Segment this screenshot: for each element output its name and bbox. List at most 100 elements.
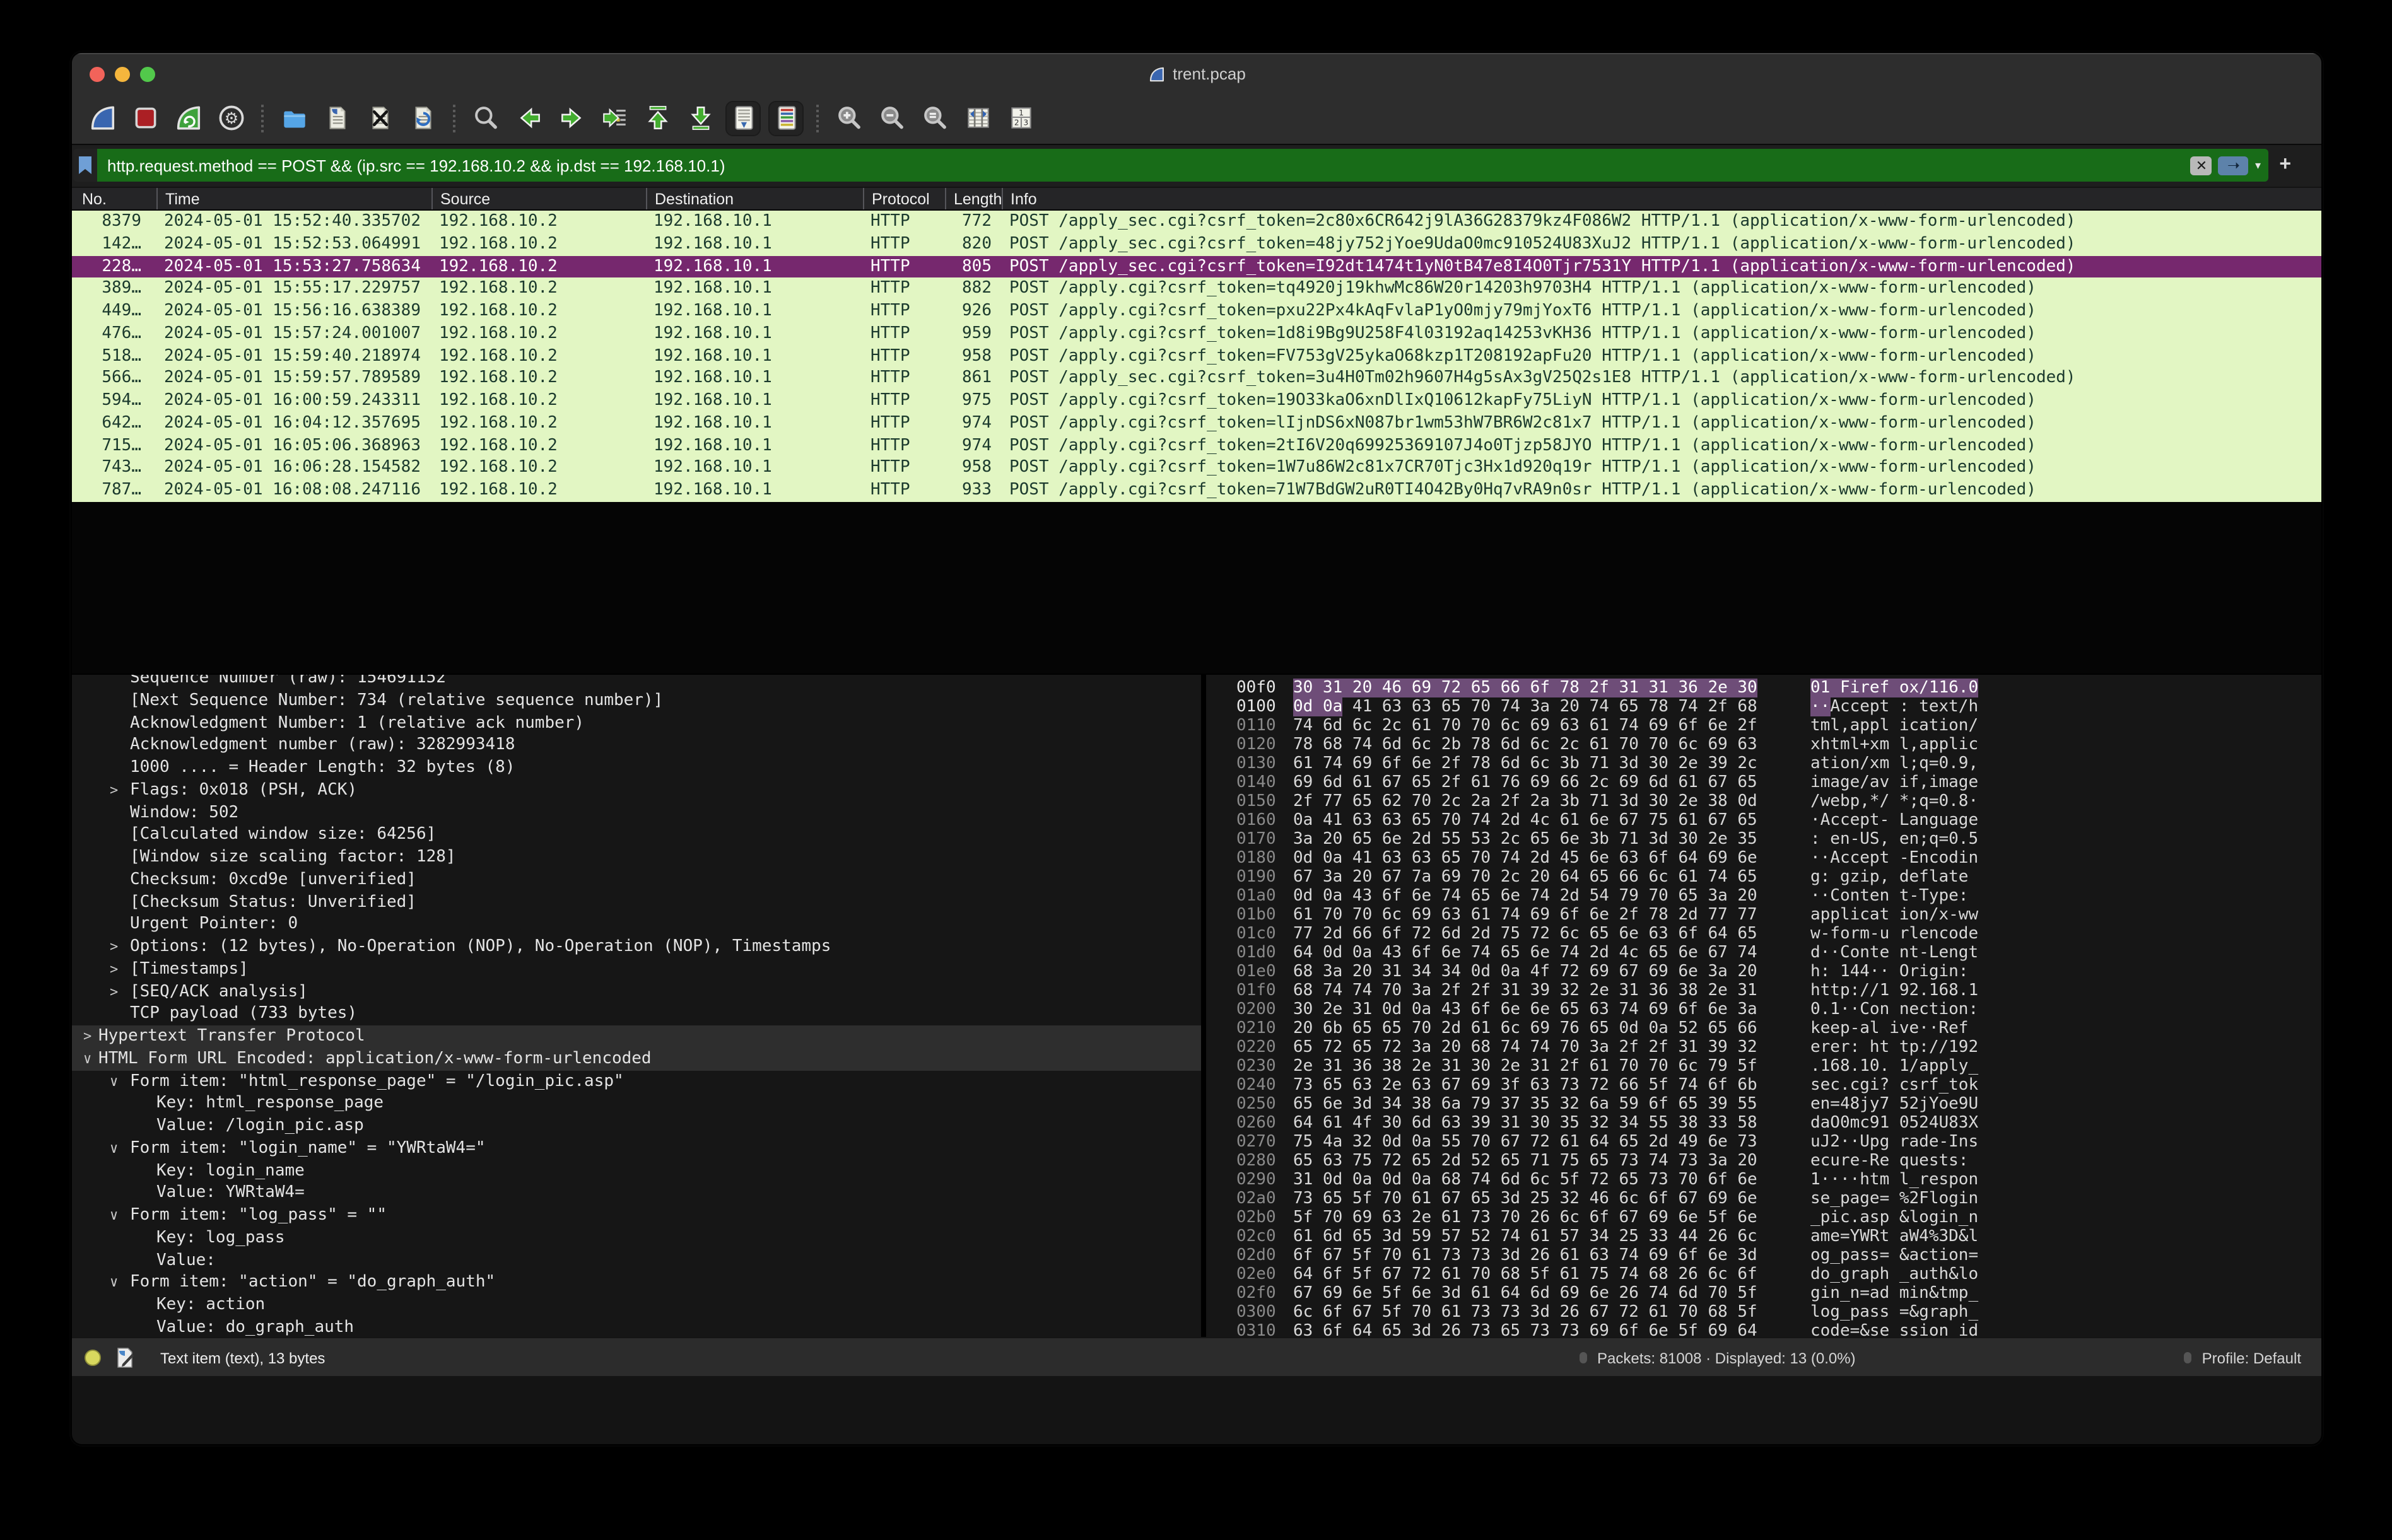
detail-line[interactable]: >Hypertext Transfer Protocol <box>72 1025 1201 1048</box>
hex-ascii[interactable]: 01 Firef ox/116.0 <box>1810 679 1978 697</box>
column-header-source[interactable]: Source <box>431 188 646 209</box>
hex-ascii[interactable]: ·Accept- Language <box>1810 811 1978 830</box>
detail-line[interactable]: TCP payload (733 bytes) <box>72 1003 1201 1026</box>
hex-bytes[interactable]: 68 74 74 70 3a 2f 2f 31 39 32 2e 31 36 3… <box>1293 981 1810 1000</box>
wireshark-start-button[interactable] <box>86 102 119 134</box>
hex-ascii[interactable]: applicat ion/x-ww <box>1810 906 1978 925</box>
detail-line[interactable]: [Checksum Status: Unverified] <box>72 891 1201 914</box>
hex-ascii[interactable]: gin_n=ad min&tmp_ <box>1810 1284 1978 1303</box>
hex-ascii[interactable]: xhtml+xm l,applic <box>1810 735 1978 754</box>
hex-bytes[interactable]: 61 74 69 6f 6e 2f 78 6d 6c 3b 71 3d 30 2… <box>1293 754 1810 773</box>
packet-row[interactable]: 642…2024-05-01 16:04:12.357695192.168.10… <box>72 412 2321 435</box>
detail-line[interactable]: [Window size scaling factor: 128] <box>72 846 1201 869</box>
chevron-right-icon[interactable]: > <box>110 959 118 981</box>
packet-row[interactable]: 476…2024-05-01 15:57:24.001007192.168.10… <box>72 323 2321 346</box>
hex-row[interactable]: 01e068 3a 20 31 34 34 0d 0a 4f 72 69 67 … <box>1206 962 2323 981</box>
capture-restart-button[interactable] <box>172 102 204 134</box>
hex-ascii[interactable]: do_graph _auth&lo <box>1810 1265 1978 1284</box>
hex-row[interactable]: 01600a 41 63 63 65 70 74 2d 4c 61 6e 67 … <box>1206 811 2323 830</box>
title-bar[interactable]: trent.pcap <box>72 53 2321 92</box>
hex-row[interactable]: 01703a 20 65 6e 2d 55 53 2c 65 6e 3b 71 … <box>1206 830 2323 849</box>
hex-ascii[interactable]: erer: ht tp://192 <box>1810 1038 1978 1057</box>
hex-ascii[interactable]: daO0mc91 0524U83X <box>1810 1114 1978 1133</box>
hex-bytes[interactable]: 30 31 20 46 69 72 65 66 6f 78 2f 31 31 3… <box>1293 679 1810 697</box>
hex-row[interactable]: 013061 74 69 6f 6e 2f 78 6d 6c 3b 71 3d … <box>1206 754 2323 773</box>
hex-row[interactable]: 020030 2e 31 0d 0a 43 6f 6e 6e 65 63 74 … <box>1206 1000 2323 1019</box>
detail-line[interactable]: [Next Sequence Number: 734 (relative seq… <box>72 690 1201 713</box>
packet-row[interactable]: 743…2024-05-01 16:06:28.154582192.168.10… <box>72 457 2321 480</box>
go-first-button[interactable] <box>641 102 674 134</box>
detail-line[interactable]: Value: do_graph_auth <box>72 1317 1201 1338</box>
detail-line[interactable]: Value: <box>72 1249 1201 1272</box>
hex-ascii[interactable]: .168.10. 1/apply_ <box>1810 1057 1978 1076</box>
hex-row[interactable]: 025065 6e 3d 34 38 6a 79 37 35 32 6a 59 … <box>1206 1095 2323 1114</box>
hex-ascii[interactable]: code=&se ssion_id <box>1810 1322 1978 1337</box>
file-reload-button[interactable] <box>406 102 439 134</box>
detail-line[interactable]: ∨HTML Form URL Encoded: application/x-ww… <box>72 1048 1201 1071</box>
hex-row[interactable]: 02d06f 67 5f 70 61 73 73 3d 26 61 63 74 … <box>1206 1246 2323 1265</box>
file-save-button[interactable] <box>320 102 353 134</box>
hex-row[interactable]: 028065 63 75 72 65 2d 52 65 71 75 65 73 … <box>1206 1152 2323 1170</box>
filter-clear-button[interactable]: ✕ <box>2191 156 2212 175</box>
hex-bytes[interactable]: 69 6d 61 67 65 2f 61 76 69 66 2c 69 6d 6… <box>1293 773 1810 792</box>
hex-bytes[interactable]: 64 6f 5f 67 72 61 70 68 5f 61 75 74 68 2… <box>1293 1265 1810 1284</box>
hex-row[interactable]: 02b05f 70 69 63 2e 61 73 70 26 6c 6f 67 … <box>1206 1208 2323 1227</box>
hex-ascii[interactable]: uJ2··Upg rade-Ins <box>1810 1133 1978 1152</box>
column-header-destination[interactable]: Destination <box>646 188 863 209</box>
detail-line[interactable]: Value: /login_pic.asp <box>72 1115 1201 1138</box>
hex-ascii[interactable]: d··Conte nt-Lengt <box>1810 943 1978 962</box>
hex-bytes[interactable]: 0d 0a 41 63 63 65 70 74 2d 45 6e 63 6f 6… <box>1293 849 1810 868</box>
column-header-info[interactable]: Info <box>1002 188 2321 209</box>
hex-row[interactable]: 03006c 6f 67 5f 70 61 73 73 3d 26 67 72 … <box>1206 1303 2323 1322</box>
hex-ascii[interactable]: w-form-u rlencode <box>1810 925 1978 943</box>
hex-row[interactable]: 01b061 70 70 6c 69 63 61 74 69 6f 6e 2f … <box>1206 906 2323 925</box>
hex-row[interactable]: 01c077 2d 66 6f 72 6d 2d 75 72 6c 65 6e … <box>1206 925 2323 943</box>
hex-row[interactable]: 02c061 6d 65 3d 59 57 52 74 61 57 34 25 … <box>1206 1227 2323 1246</box>
capture-stop-button[interactable] <box>129 102 161 134</box>
hex-bytes[interactable]: 30 2e 31 0d 0a 43 6f 6e 6e 65 63 74 69 6… <box>1293 1000 1810 1019</box>
capture-comment-icon[interactable] <box>116 1347 135 1368</box>
hex-row[interactable]: 021020 6b 65 65 70 2d 61 6c 69 76 65 0d … <box>1206 1019 2323 1038</box>
hex-row[interactable]: 01a00d 0a 43 6f 6e 74 65 6e 74 2d 54 79 … <box>1206 887 2323 906</box>
hex-bytes[interactable]: 74 6d 6c 2c 61 70 70 6c 69 63 61 74 69 6… <box>1293 716 1810 735</box>
chevron-right-icon[interactable]: > <box>83 1025 91 1048</box>
hex-ascii[interactable]: g: gzip, deflate <box>1810 868 1968 887</box>
detail-line[interactable]: Key: login_name <box>72 1160 1201 1182</box>
status-profile[interactable]: Profile: Default <box>2184 1338 2301 1377</box>
hex-bytes[interactable]: 31 0d 0a 0d 0a 68 74 6d 6c 5f 72 65 73 7… <box>1293 1170 1810 1189</box>
hex-ascii[interactable]: ··Accept : text/h <box>1810 697 1978 716</box>
hex-bytes[interactable]: 65 6e 3d 34 38 6a 79 37 35 32 6a 59 6f 6… <box>1293 1095 1810 1114</box>
layout-panes-button[interactable]: 123 <box>1004 102 1037 134</box>
find-packet-button[interactable] <box>469 102 502 134</box>
hex-bytes[interactable]: 64 0d 0a 43 6f 6e 74 65 6e 74 2d 4c 65 6… <box>1293 943 1810 962</box>
hex-bytes[interactable]: 63 6f 64 65 3d 26 73 65 73 73 69 6f 6e 5… <box>1293 1322 1810 1337</box>
hex-row[interactable]: 027075 4a 32 0d 0a 55 70 67 72 61 64 65 … <box>1206 1133 2323 1152</box>
hex-bytes[interactable]: 20 6b 65 65 70 2d 61 6c 69 76 65 0d 0a 5… <box>1293 1019 1810 1038</box>
hex-bytes[interactable]: 3a 20 65 6e 2d 55 53 2c 65 6e 3b 71 3d 3… <box>1293 830 1810 849</box>
hex-row[interactable]: 00f030 31 20 46 69 72 65 66 6f 78 2f 31 … <box>1206 679 2323 697</box>
detail-line[interactable]: Sequence Number (raw): 154691152 <box>72 674 1201 690</box>
packet-list-header[interactable]: No.TimeSourceDestinationProtocolLengthIn… <box>72 188 2321 211</box>
chevron-down-icon[interactable]: ∨ <box>83 1048 91 1071</box>
hex-row[interactable]: 01000d 0a 41 63 63 65 70 74 3a 20 74 65 … <box>1206 697 2323 716</box>
hex-bytes[interactable]: 6c 6f 67 5f 70 61 73 73 3d 26 67 72 61 7… <box>1293 1303 1810 1322</box>
detail-line[interactable]: [Calculated window size: 64256] <box>72 824 1201 847</box>
capture-options-button[interactable]: ⚙ <box>214 102 247 134</box>
hex-ascii[interactable]: : en-US, en;q=0.5 <box>1810 830 1978 849</box>
hex-row[interactable]: 01800d 0a 41 63 63 65 70 74 2d 45 6e 63 … <box>1206 849 2323 868</box>
hex-bytes[interactable]: 6f 67 5f 70 61 73 73 3d 26 61 63 74 69 6… <box>1293 1246 1810 1265</box>
filter-dropdown-chevron-icon[interactable]: ▾ <box>2255 158 2261 172</box>
hex-bytes[interactable]: 73 65 5f 70 61 67 65 3d 25 32 46 6c 6f 6… <box>1293 1189 1810 1208</box>
hex-bytes[interactable]: 68 3a 20 31 34 34 0d 0a 4f 72 69 67 69 6… <box>1293 962 1810 981</box>
hex-ascii[interactable]: og_pass= &action= <box>1810 1246 1978 1265</box>
auto-scroll-button[interactable] <box>727 102 759 134</box>
hex-row[interactable]: 012078 68 74 6d 6c 2b 78 6d 6c 2c 61 70 … <box>1206 735 2323 754</box>
hex-row[interactable]: 029031 0d 0a 0d 0a 68 74 6d 6c 5f 72 65 … <box>1206 1170 2323 1189</box>
hex-bytes[interactable]: 64 61 4f 30 6d 63 39 31 30 35 32 34 55 3… <box>1293 1114 1810 1133</box>
zoom-in-button[interactable] <box>833 102 865 134</box>
colorize-button[interactable] <box>770 102 802 134</box>
detail-line[interactable]: >[SEQ/ACK analysis] <box>72 981 1201 1003</box>
expert-info-icon[interactable] <box>85 1350 101 1366</box>
detail-line[interactable]: >Options: (12 bytes), No-Operation (NOP)… <box>72 936 1201 959</box>
hex-ascii[interactable]: log_pass =&graph_ <box>1810 1303 1978 1322</box>
